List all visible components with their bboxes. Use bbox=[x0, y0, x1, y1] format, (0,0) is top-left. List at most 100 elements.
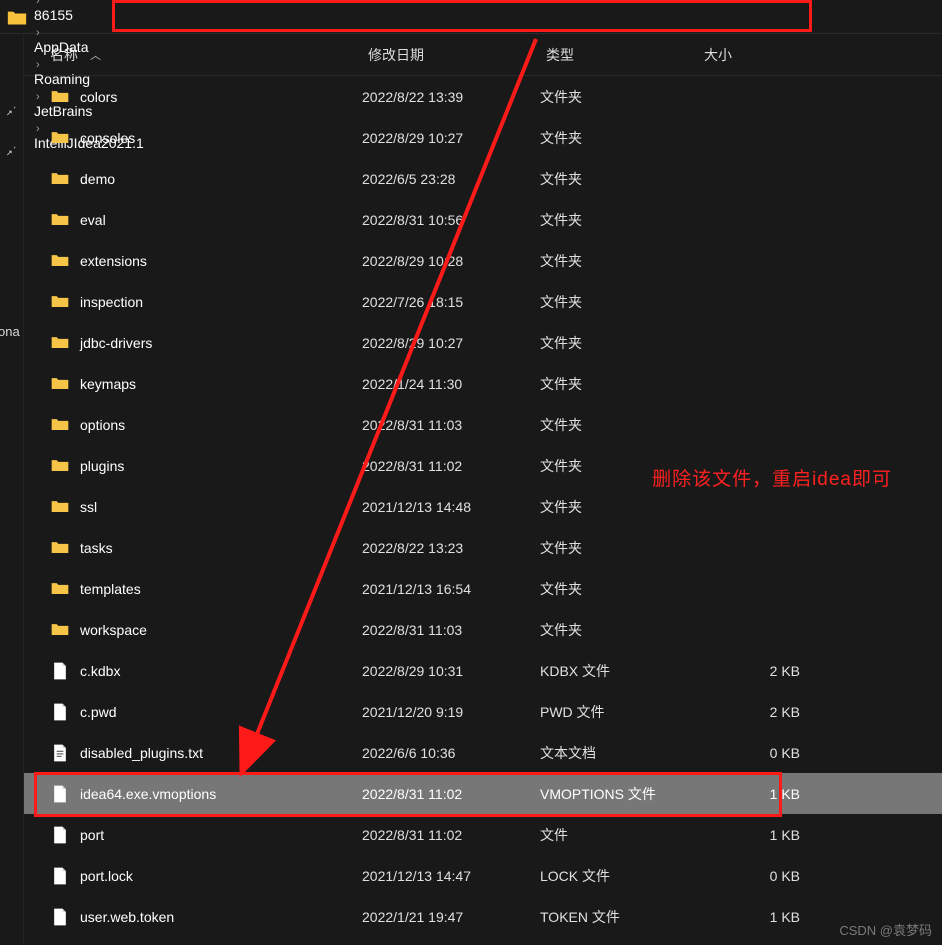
list-item[interactable]: idea64.exe.vmoptions2022/8/31 11:02VMOPT… bbox=[24, 773, 942, 814]
file-type: 文件夹 bbox=[540, 497, 698, 517]
file-name: demo bbox=[80, 171, 115, 187]
file-size: 1 KB bbox=[698, 827, 818, 843]
file-name: port bbox=[80, 827, 104, 843]
file-icon bbox=[50, 907, 70, 927]
chevron-right-icon[interactable]: › bbox=[32, 27, 44, 39]
folder-icon bbox=[50, 333, 70, 353]
file-name: idea64.exe.vmoptions bbox=[80, 786, 216, 802]
file-icon bbox=[50, 784, 70, 804]
file-type: TOKEN 文件 bbox=[540, 907, 698, 927]
list-item[interactable]: demo2022/6/5 23:28文件夹 bbox=[24, 158, 942, 199]
list-item[interactable]: user.web.token2022/1/21 19:47TOKEN 文件1 K… bbox=[24, 896, 942, 937]
list-item[interactable]: c.pwd 2021/12/20 9:19PWD 文件2 KB bbox=[24, 691, 942, 732]
folder-icon bbox=[50, 210, 70, 230]
folder-icon bbox=[50, 620, 70, 640]
col-header-type[interactable]: 类型 bbox=[546, 45, 704, 65]
file-date: 2022/8/29 10:28 bbox=[362, 253, 540, 269]
file-name: c.kdbx bbox=[80, 663, 120, 679]
list-item[interactable]: keymaps2022/1/24 11:30文件夹 bbox=[24, 363, 942, 404]
file-icon bbox=[50, 661, 70, 681]
breadcrumb-item[interactable]: 86155 bbox=[32, 7, 146, 23]
file-type: 文件夹 bbox=[540, 579, 698, 599]
file-date: 2022/8/31 10:56 bbox=[362, 212, 540, 228]
file-size: 2 KB bbox=[698, 704, 818, 720]
list-item[interactable]: workspace 2022/8/31 11:03文件夹 bbox=[24, 609, 942, 650]
list-item[interactable]: port.lock2021/12/13 14:47LOCK 文件0 KB bbox=[24, 855, 942, 896]
file-date: 2022/8/31 11:03 bbox=[362, 622, 540, 638]
file-date: 2022/8/31 11:02 bbox=[362, 827, 540, 843]
file-type: PWD 文件 bbox=[540, 702, 698, 722]
file-name: c.pwd bbox=[80, 704, 117, 720]
list-item[interactable]: jdbc-drivers2022/8/29 10:27文件夹 bbox=[24, 322, 942, 363]
file-date: 2021/12/13 14:48 bbox=[362, 499, 540, 515]
file-name: jdbc-drivers bbox=[80, 335, 152, 351]
breadcrumb[interactable]: ›此电脑›本地磁盘 (C:)›用户›86155›AppData›Roaming›… bbox=[0, 0, 942, 34]
list-item[interactable]: colors2022/8/22 13:39文件夹 bbox=[24, 76, 942, 117]
file-name: eval bbox=[80, 212, 106, 228]
file-list[interactable]: colors2022/8/22 13:39文件夹consoles2022/8/2… bbox=[24, 76, 942, 945]
list-item[interactable]: eval 2022/8/31 10:56文件夹 bbox=[24, 199, 942, 240]
list-item[interactable]: inspection 2022/7/26 18:15文件夹 bbox=[24, 281, 942, 322]
folder-icon bbox=[50, 456, 70, 476]
folder-icon bbox=[50, 579, 70, 599]
file-name: workspace bbox=[80, 622, 147, 638]
file-icon bbox=[50, 866, 70, 886]
folder-icon bbox=[50, 415, 70, 435]
file-size: 0 KB bbox=[698, 745, 818, 761]
file-date: 2022/7/26 18:15 bbox=[362, 294, 540, 310]
list-item[interactable]: options2022/8/31 11:03文件夹 bbox=[24, 404, 942, 445]
file-type: 文件夹 bbox=[540, 620, 698, 640]
file-type: 文件 bbox=[540, 825, 698, 845]
folder-icon bbox=[50, 538, 70, 558]
breadcrumb-highlight-box bbox=[112, 0, 812, 32]
file-name: consoles bbox=[80, 130, 135, 146]
file-icon bbox=[50, 825, 70, 845]
file-size: 1 KB bbox=[698, 786, 818, 802]
file-name: extensions bbox=[80, 253, 147, 269]
file-type: 文件夹 bbox=[540, 292, 698, 312]
left-strip-label: ona bbox=[0, 324, 20, 339]
list-item[interactable]: c.kdbx2022/8/29 10:31KDBX 文件2 KB bbox=[24, 650, 942, 691]
file-name: keymaps bbox=[80, 376, 136, 392]
breadcrumb-item-label: AppData bbox=[34, 39, 88, 55]
col-header-size[interactable]: 大小 bbox=[704, 45, 824, 65]
file-type: 文件夹 bbox=[540, 87, 698, 107]
file-date: 2022/8/22 13:39 bbox=[362, 89, 540, 105]
breadcrumb-item[interactable]: AppData bbox=[32, 39, 146, 55]
file-date: 2022/8/31 11:02 bbox=[362, 786, 540, 802]
text-file-icon bbox=[50, 743, 70, 763]
file-date: 2022/8/31 11:03 bbox=[362, 417, 540, 433]
file-name: tasks bbox=[80, 540, 113, 556]
list-item[interactable]: templates2021/12/13 16:54文件夹 bbox=[24, 568, 942, 609]
pin-icon[interactable] bbox=[4, 142, 18, 159]
list-item[interactable]: disabled_plugins.txt2022/6/6 10:36文本文档0 … bbox=[24, 732, 942, 773]
file-type: 文件夹 bbox=[540, 415, 698, 435]
file-date: 2022/1/24 11:30 bbox=[362, 376, 540, 392]
col-header-date[interactable]: 修改日期 bbox=[368, 45, 546, 65]
list-item[interactable]: port 2022/8/31 11:02文件1 KB bbox=[24, 814, 942, 855]
folder-icon bbox=[50, 374, 70, 394]
annotation-text: 删除该文件，重启idea即可 bbox=[652, 464, 892, 491]
folder-icon bbox=[50, 169, 70, 189]
file-name: ssl bbox=[80, 499, 97, 515]
list-item[interactable]: consoles2022/8/29 10:27文件夹 bbox=[24, 117, 942, 158]
file-type: 文件夹 bbox=[540, 251, 698, 271]
list-item[interactable]: extensions 2022/8/29 10:28文件夹 bbox=[24, 240, 942, 281]
file-type: 文件夹 bbox=[540, 538, 698, 558]
file-icon bbox=[50, 702, 70, 722]
file-name: inspection bbox=[80, 294, 143, 310]
file-type: 文件夹 bbox=[540, 210, 698, 230]
file-size: 1 KB bbox=[698, 909, 818, 925]
file-type: 文件夹 bbox=[540, 333, 698, 353]
chevron-right-icon[interactable]: › bbox=[32, 59, 44, 71]
file-date: 2022/8/31 11:02 bbox=[362, 458, 540, 474]
file-date: 2021/12/20 9:19 bbox=[362, 704, 540, 720]
left-nav-strip: ona bbox=[0, 34, 24, 945]
list-item[interactable]: tasks2022/8/22 13:23文件夹 bbox=[24, 527, 942, 568]
file-type: KDBX 文件 bbox=[540, 661, 698, 681]
list-item[interactable]: ssl 2021/12/13 14:48文件夹 bbox=[24, 486, 942, 527]
watermark: CSDN @袁梦码 bbox=[839, 920, 932, 939]
folder-icon bbox=[50, 497, 70, 517]
folder-icon bbox=[50, 292, 70, 312]
pin-icon[interactable] bbox=[4, 102, 18, 119]
